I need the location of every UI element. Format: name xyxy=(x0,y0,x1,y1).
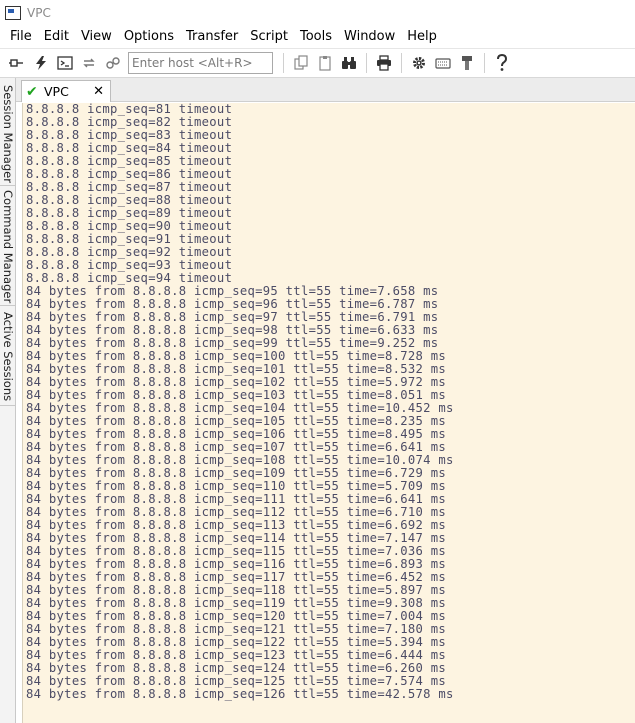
menu-window[interactable]: Window xyxy=(338,26,401,48)
session-manager-label: Session Manager xyxy=(1,84,15,183)
quick-connect-icon[interactable] xyxy=(30,52,52,74)
command-manager-tab[interactable]: Command Manager xyxy=(0,188,16,306)
connect-icon[interactable] xyxy=(6,52,28,74)
tab-label: VPC xyxy=(44,84,69,99)
print-icon[interactable] xyxy=(373,52,395,74)
menu-options[interactable]: Options xyxy=(118,26,180,48)
session-tab-strip: ✔ VPC ✕ xyxy=(16,78,635,102)
tab-vpc[interactable]: ✔ VPC ✕ xyxy=(21,80,111,102)
window-title: VPC xyxy=(27,6,51,20)
toolbar-divider xyxy=(283,53,284,73)
host-input[interactable] xyxy=(128,52,273,74)
toolbar-divider xyxy=(484,53,485,73)
menu-script[interactable]: Script xyxy=(244,26,294,48)
active-sessions-label: Active Sessions xyxy=(1,311,15,402)
menu-transfer[interactable]: Transfer xyxy=(180,26,244,48)
disconnect-icon[interactable] xyxy=(102,52,124,74)
paste-icon[interactable] xyxy=(314,52,336,74)
left-sidebar: Session Manager Command Manager Active S… xyxy=(0,78,16,723)
toolbar-divider xyxy=(366,53,367,73)
title-bar: VPC xyxy=(0,0,635,26)
key-agent-icon[interactable] xyxy=(456,52,478,74)
menu-view[interactable]: View xyxy=(75,26,118,48)
terminal-line: 84 bytes from 8.8.8.8 icmp_seq=126 ttl=5… xyxy=(26,687,454,701)
command-manager-label: Command Manager xyxy=(1,189,15,304)
session-manager-tab[interactable]: Session Manager xyxy=(0,82,16,186)
active-sessions-tab[interactable]: Active Sessions xyxy=(0,308,16,406)
menu-edit[interactable]: Edit xyxy=(38,26,75,48)
terminal-icon[interactable] xyxy=(54,52,76,74)
toolbar xyxy=(0,48,635,78)
reconnect-icon[interactable] xyxy=(78,52,100,74)
app-icon xyxy=(5,6,21,20)
terminal-output[interactable]: 8.8.8.8 icmp_seq=81 timeout 8.8.8.8 icmp_… xyxy=(22,103,635,723)
menu-bar: File Edit View Options Transfer Script T… xyxy=(0,26,635,48)
help-icon[interactable] xyxy=(491,52,513,74)
toolbar-divider xyxy=(401,53,402,73)
close-tab-icon[interactable]: ✕ xyxy=(93,84,104,99)
find-icon[interactable] xyxy=(338,52,360,74)
menu-help[interactable]: Help xyxy=(401,26,443,48)
menu-tools[interactable]: Tools xyxy=(294,26,338,48)
settings-gear-icon[interactable] xyxy=(408,52,430,74)
menu-file[interactable]: File xyxy=(4,26,38,48)
keymap-icon[interactable] xyxy=(432,52,454,74)
connected-check-icon: ✔ xyxy=(26,83,38,100)
copy-icon[interactable] xyxy=(290,52,312,74)
